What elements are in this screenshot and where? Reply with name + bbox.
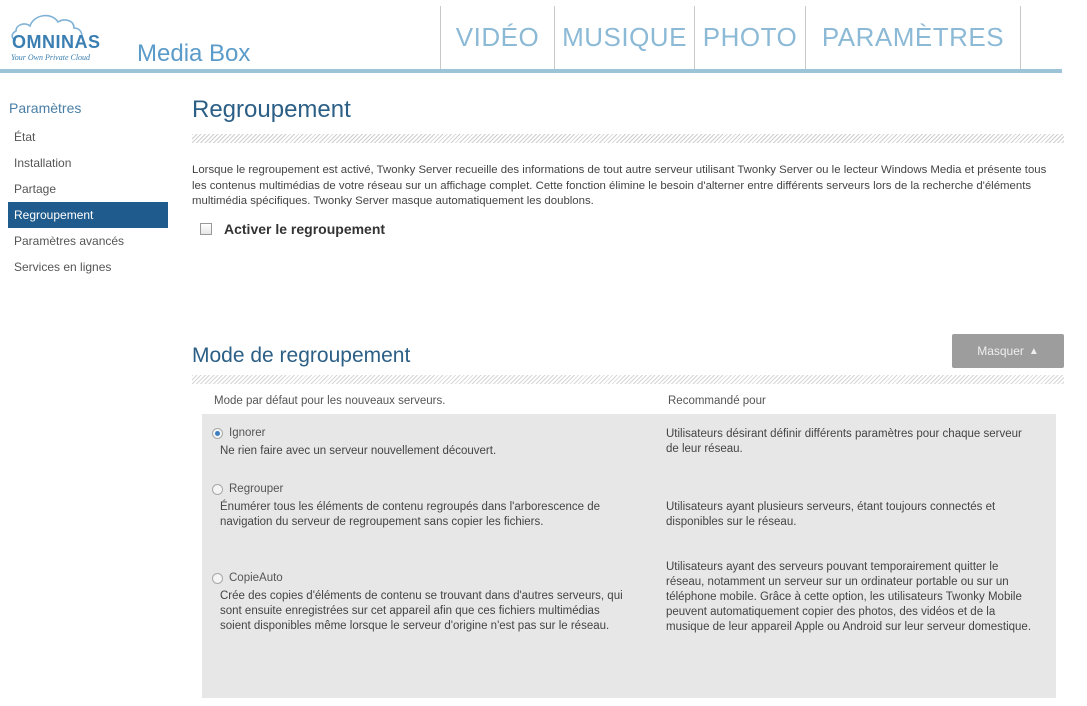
hide-button-label: Masquer <box>977 344 1024 358</box>
sidebar-item-partage[interactable]: Partage <box>8 176 168 202</box>
option-regrouper-label[interactable]: Regrouper <box>229 482 283 497</box>
option-ignorer-recommended: Utilisateurs désirant définir différents… <box>666 428 1022 455</box>
page-title: Regroupement <box>192 96 351 123</box>
option-copieauto: CopieAuto Crée des copies d'éléments de … <box>212 571 632 634</box>
radio-ignorer[interactable] <box>212 428 223 439</box>
main-nav: VIDÉO MUSIQUE PHOTO PARAMÈTRES <box>440 6 1021 69</box>
sidebar-item-regroupement[interactable]: Regroupement <box>8 202 168 228</box>
sidebar-heading: Paramètres <box>9 100 82 116</box>
sidebar-item-parametres-avances[interactable]: Paramètres avancés <box>8 228 168 254</box>
main-content: Regroupement Lorsque le regroupement est… <box>192 96 1064 698</box>
tab-video[interactable]: VIDÉO <box>440 6 554 69</box>
enable-grouping-row[interactable]: Activer le regroupement <box>200 221 1064 237</box>
mode-options-table: Ignorer Ne rien faire avec un serveur no… <box>202 414 1056 698</box>
option-regrouper: Regrouper Énumérer tous les éléments de … <box>212 482 632 530</box>
option-regrouper-radio-row[interactable]: Regrouper <box>212 482 632 497</box>
option-ignorer-label[interactable]: Ignorer <box>229 426 265 441</box>
hide-button[interactable]: Masquer ▲ <box>952 334 1064 368</box>
col-recommended-header: Recommandé pour <box>668 395 766 407</box>
logo-tagline: Your Own Private Cloud <box>11 53 91 62</box>
option-ignorer-description: Ne rien faire avec un serveur nouvelleme… <box>220 445 497 457</box>
option-ignorer-radio-row[interactable]: Ignorer <box>212 426 632 441</box>
mode-section-divider <box>192 375 1064 384</box>
sidebar: Paramètres État Installation Partage Reg… <box>8 100 168 280</box>
tab-photo[interactable]: PHOTO <box>694 6 805 69</box>
enable-grouping-label[interactable]: Activer le regroupement <box>224 221 385 237</box>
radio-regrouper[interactable] <box>212 484 223 495</box>
app-header: OMNINAS Your Own Private Cloud Media Box… <box>0 0 1087 74</box>
option-copieauto-radio-row[interactable]: CopieAuto <box>212 571 632 586</box>
option-copieauto-label[interactable]: CopieAuto <box>229 571 283 586</box>
enable-grouping-checkbox[interactable] <box>200 222 212 235</box>
col-mode-header: Mode par défaut pour les nouveaux serveu… <box>214 395 446 407</box>
option-ignorer: Ignorer Ne rien faire avec un serveur no… <box>212 426 632 459</box>
sidebar-item-installation[interactable]: Installation <box>8 150 168 176</box>
mode-section-header: Mode de regroupement Masquer ▲ <box>192 334 1064 376</box>
header-divider <box>0 69 1062 73</box>
option-copieauto-description: Crée des copies d'éléments de contenu se… <box>220 590 623 632</box>
radio-copieauto[interactable] <box>212 573 223 584</box>
sidebar-item-etat[interactable]: État <box>8 124 168 150</box>
logo-text: OMNINAS <box>12 32 101 52</box>
app-title: Media Box <box>137 40 251 67</box>
option-copieauto-recommended: Utilisateurs ayant des serveurs pouvant … <box>666 561 1032 633</box>
page-description: Lorsque le regroupement est activé, Twon… <box>192 164 1047 207</box>
omninas-logo[interactable]: OMNINAS Your Own Private Cloud <box>8 4 133 66</box>
title-divider <box>192 134 1064 143</box>
option-regrouper-recommended: Utilisateurs ayant plusieurs serveurs, é… <box>666 501 996 528</box>
tab-musique[interactable]: MUSIQUE <box>554 6 694 69</box>
tab-parametres[interactable]: PARAMÈTRES <box>805 6 1021 69</box>
caret-up-icon: ▲ <box>1028 345 1039 357</box>
option-regrouper-description: Énumérer tous les éléments de contenu re… <box>220 501 601 528</box>
mode-section-title: Mode de regroupement <box>192 344 411 367</box>
sidebar-item-services-en-lignes[interactable]: Services en lignes <box>8 254 168 280</box>
